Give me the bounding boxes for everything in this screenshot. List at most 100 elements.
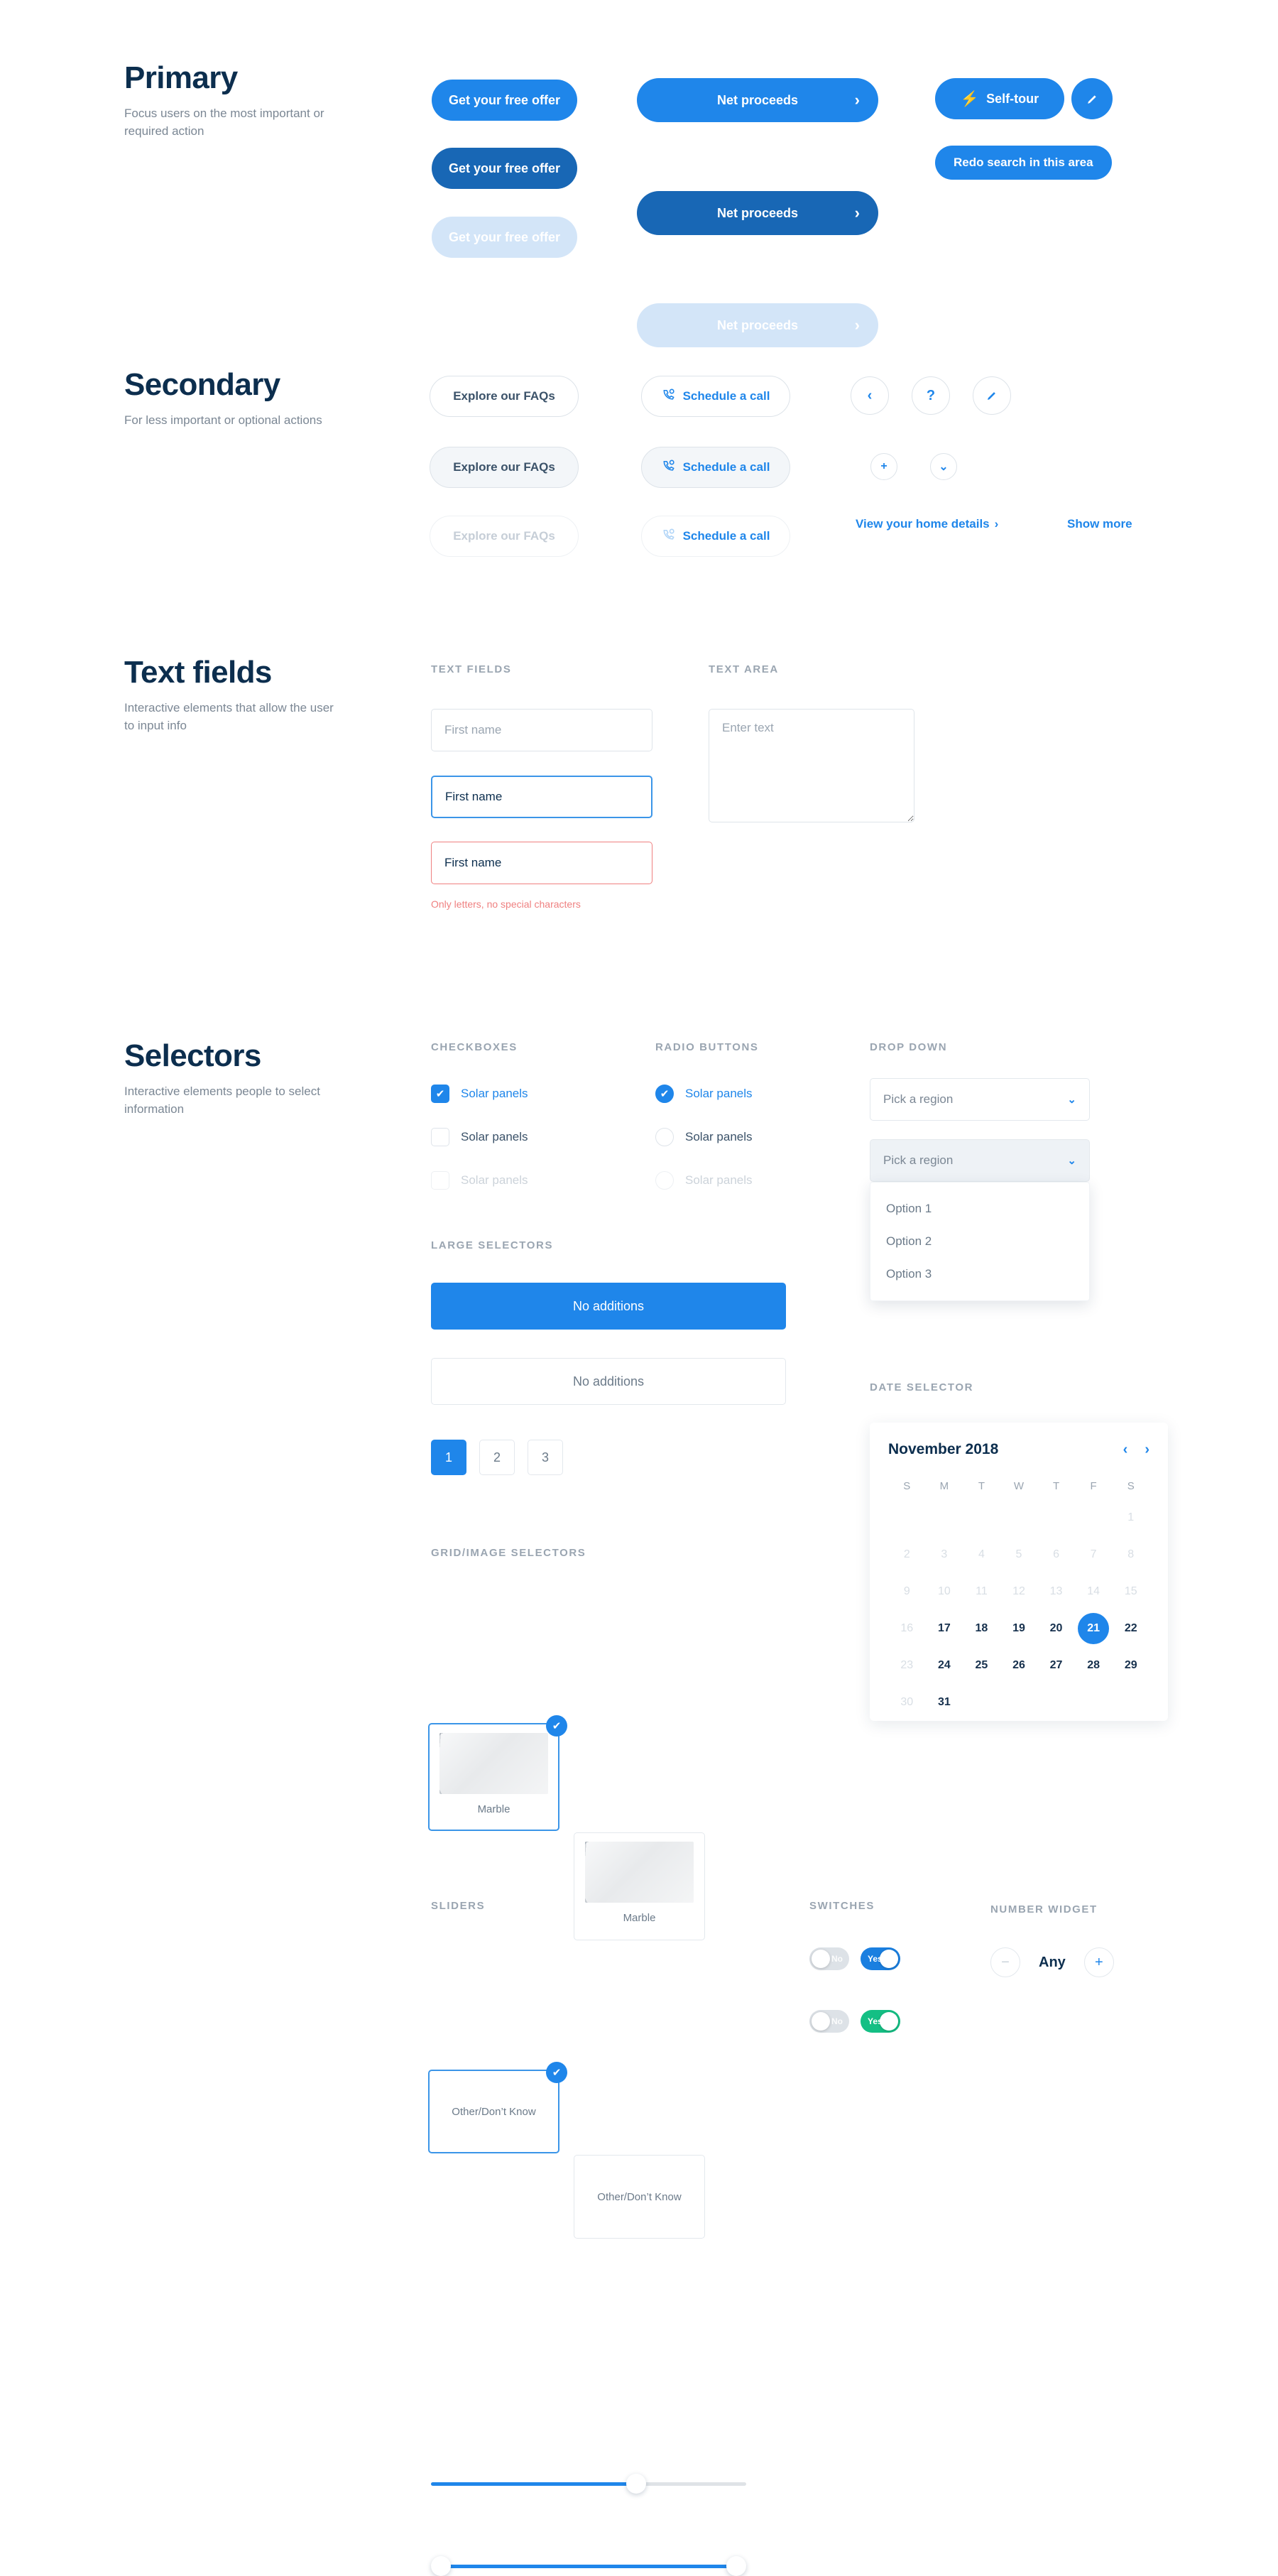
switch-on-yes-blue[interactable]: Yes: [861, 1947, 900, 1970]
slider-fill: [431, 2482, 636, 2486]
slider-single[interactable]: [431, 2474, 746, 2494]
calendar-day[interactable]: 28: [1075, 1648, 1113, 1683]
first-name-input-focused[interactable]: [431, 776, 652, 818]
show-more-link[interactable]: Show more: [1067, 517, 1132, 531]
slider-range[interactable]: [431, 2556, 746, 2576]
primary-free-offer-hover-button[interactable]: Get your free offer: [432, 148, 577, 189]
radio-label: Solar panels: [685, 1087, 753, 1100]
calendar-day[interactable]: 3: [926, 1538, 963, 1572]
selected-check-badge-icon: ✔: [546, 2062, 567, 2083]
grid-card-marble-unselected[interactable]: Marble: [574, 1832, 705, 1940]
calendar-day[interactable]: 25: [963, 1648, 1000, 1683]
calendar-day[interactable]: 27: [1037, 1648, 1075, 1683]
checkbox-row[interactable]: Solar panels: [431, 1126, 528, 1148]
grid-card-other-unselected[interactable]: Other/Don’t Know: [574, 2155, 705, 2239]
dropdown-option[interactable]: Option 1: [870, 1192, 1089, 1225]
calendar-day[interactable]: 16: [888, 1612, 926, 1646]
radio-unchecked[interactable]: [655, 1128, 674, 1146]
calendar-day[interactable]: 8: [1112, 1538, 1149, 1572]
first-name-input-error[interactable]: [431, 842, 652, 884]
checkbox-row: Solar panels: [431, 1170, 528, 1191]
large-selector-selected[interactable]: No additions: [431, 1283, 786, 1330]
radio-group: ✔ Solar panels Solar panels Solar panels: [655, 1083, 753, 1191]
radio-checked[interactable]: ✔: [655, 1085, 674, 1103]
calendar-day[interactable]: 14: [1075, 1575, 1113, 1609]
secondary-description: For less important or optional actions: [124, 413, 322, 427]
calendar-day[interactable]: 30: [888, 1685, 926, 1719]
switch-off-no[interactable]: No: [809, 2010, 849, 2033]
number-decrement-button[interactable]: −: [990, 1947, 1020, 1977]
back-chevron-circle-button[interactable]: ‹: [851, 376, 889, 415]
switch-on-label: Yes: [868, 2016, 883, 2026]
calendar-day[interactable]: 6: [1037, 1538, 1075, 1572]
edit-pencil-circle-button[interactable]: [1071, 78, 1113, 119]
calendar-day[interactable]: 19: [1000, 1612, 1038, 1646]
calendar-day[interactable]: 4: [963, 1538, 1000, 1572]
calendar-day[interactable]: 20: [1037, 1612, 1075, 1646]
dropdown-option[interactable]: Option 3: [870, 1258, 1089, 1290]
number-increment-button[interactable]: +: [1083, 1947, 1114, 1977]
calendar-day[interactable]: 11: [963, 1575, 1000, 1609]
self-tour-button[interactable]: ⚡ Self-tour: [935, 78, 1064, 119]
calendar-prev-month-button[interactable]: ‹: [1123, 1442, 1128, 1458]
redo-search-button[interactable]: Redo search in this area: [935, 146, 1112, 180]
calendar-day[interactable]: 18: [963, 1612, 1000, 1646]
secondary-schedule-call-hover-button[interactable]: Schedule a call: [641, 447, 790, 488]
edit-pencil-circle-outline-button[interactable]: [973, 376, 1011, 415]
calendar-day[interactable]: 9: [888, 1575, 926, 1609]
pagination-page-2[interactable]: 2: [479, 1440, 515, 1475]
checkbox-group: ✔ Solar panels Solar panels Solar panels: [431, 1083, 528, 1191]
secondary-schedule-call-default-button[interactable]: Schedule a call: [641, 376, 790, 417]
checkbox-unchecked[interactable]: [431, 1128, 449, 1146]
switch-off-no[interactable]: No: [809, 1947, 849, 1970]
notes-textarea[interactable]: [709, 709, 914, 822]
view-home-details-link[interactable]: View your home details ›: [856, 517, 998, 531]
calendar-day[interactable]: 5: [1000, 1538, 1038, 1572]
calendar-next-month-button[interactable]: ›: [1145, 1442, 1149, 1458]
calendar-day[interactable]: 22: [1112, 1612, 1149, 1646]
pencil-icon: [1087, 94, 1096, 104]
secondary-faq-default-button[interactable]: Explore our FAQs: [430, 376, 579, 417]
switch-pair-blue: No Yes: [809, 1947, 900, 1970]
pagination-page-3[interactable]: 3: [528, 1440, 563, 1475]
secondary-faq-hover-button[interactable]: Explore our FAQs: [430, 447, 579, 488]
calendar-day[interactable]: 23: [888, 1648, 926, 1683]
slider-handle-max[interactable]: [726, 2556, 746, 2576]
calendar-day[interactable]: 13: [1037, 1575, 1075, 1609]
calendar-day[interactable]: 26: [1000, 1648, 1038, 1683]
calendar-day-selected[interactable]: 21: [1075, 1612, 1113, 1646]
checkbox-label: Solar panels: [461, 1173, 528, 1187]
pagination-page-1[interactable]: 1: [431, 1440, 466, 1475]
checkbox-row[interactable]: ✔ Solar panels: [431, 1083, 528, 1104]
checkbox-checked[interactable]: ✔: [431, 1085, 449, 1103]
slider-handle[interactable]: [626, 2474, 646, 2494]
calendar-day[interactable]: 29: [1112, 1648, 1149, 1683]
label-drop-down: DROP DOWN: [870, 1041, 948, 1053]
grid-card-other-selected[interactable]: ✔ Other/Don’t Know: [428, 2062, 567, 2153]
dropdown-option[interactable]: Option 2: [870, 1225, 1089, 1258]
radio-row[interactable]: ✔ Solar panels: [655, 1083, 753, 1104]
expand-caret-circle-button[interactable]: ⌄: [930, 453, 957, 480]
switch-on-yes-green[interactable]: Yes: [861, 2010, 900, 2033]
calendar-day[interactable]: 17: [926, 1612, 963, 1646]
large-selector-unselected[interactable]: No additions: [431, 1358, 786, 1405]
calendar-day[interactable]: 15: [1112, 1575, 1149, 1609]
calendar-day[interactable]: 31: [926, 1685, 963, 1719]
calendar-day[interactable]: 2: [888, 1538, 926, 1572]
calendar-day[interactable]: 1: [1112, 1501, 1149, 1535]
grid-card-marble-selected[interactable]: ✔ Marble: [428, 1715, 567, 1831]
help-question-circle-button[interactable]: ?: [912, 376, 950, 415]
first-name-input-default[interactable]: [431, 709, 652, 751]
primary-free-offer-default-button[interactable]: Get your free offer: [432, 80, 577, 121]
add-plus-circle-button[interactable]: +: [870, 453, 897, 480]
primary-net-proceeds-hover-button[interactable]: Net proceeds ›: [637, 191, 878, 235]
region-dropdown-default[interactable]: Pick a region ⌄: [870, 1078, 1090, 1121]
region-dropdown-open[interactable]: Pick a region ⌄: [870, 1139, 1090, 1182]
calendar-day[interactable]: 12: [1000, 1575, 1038, 1609]
calendar-day[interactable]: 7: [1075, 1538, 1113, 1572]
radio-row[interactable]: Solar panels: [655, 1126, 753, 1148]
calendar-day[interactable]: 10: [926, 1575, 963, 1609]
slider-handle-min[interactable]: [431, 2556, 451, 2576]
primary-net-proceeds-default-button[interactable]: Net proceeds ›: [637, 78, 878, 122]
calendar-day[interactable]: 24: [926, 1648, 963, 1683]
